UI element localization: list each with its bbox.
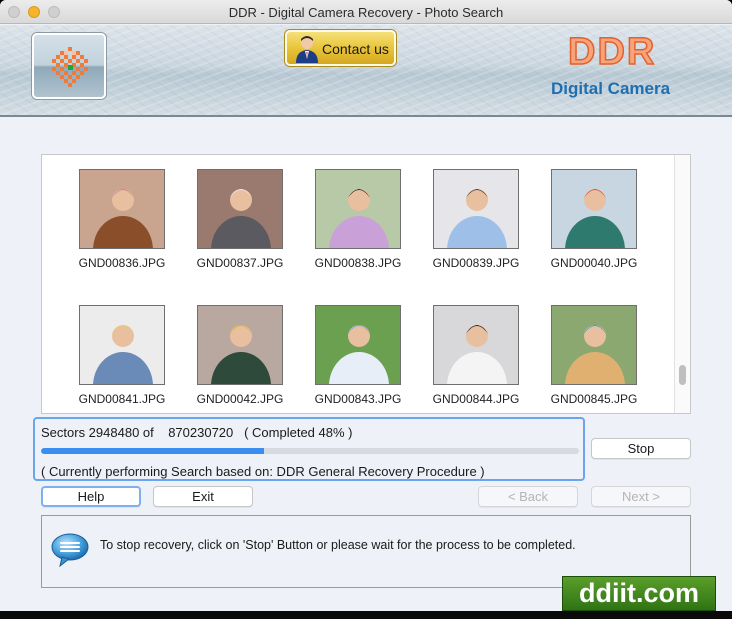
- brand-name: DDR: [567, 30, 657, 74]
- photo-tile[interactable]: GND00838.JPG: [303, 169, 413, 270]
- photo-filename: GND00836.JPG: [78, 256, 166, 270]
- photo-tile[interactable]: GND00845.JPG: [539, 305, 649, 406]
- bottom-edge: [0, 611, 732, 619]
- photo-filename: GND00839.JPG: [432, 256, 520, 270]
- photo-tile[interactable]: GND00841.JPG: [67, 305, 177, 406]
- photo-thumbnail[interactable]: [79, 169, 165, 249]
- photo-image: [198, 306, 282, 384]
- photo-thumbnail[interactable]: [197, 305, 283, 385]
- progress-bar: [41, 448, 579, 454]
- contact-person-icon: [296, 36, 318, 63]
- photo-tile[interactable]: GND00843.JPG: [303, 305, 413, 406]
- photo-filename: GND00844.JPG: [432, 392, 520, 406]
- photo-thumbnail[interactable]: [433, 169, 519, 249]
- photo-thumbnail[interactable]: [315, 169, 401, 249]
- photo-thumbnail[interactable]: [315, 305, 401, 385]
- photo-filename: GND00837.JPG: [196, 256, 284, 270]
- info-message-text: To stop recovery, click on 'Stop' Button…: [100, 538, 576, 552]
- recovered-photos-gallery: GND00836.JPG GND00837.JPG GND00838.JPG GND0…: [41, 154, 691, 414]
- photo-thumbnail[interactable]: [79, 305, 165, 385]
- photo-thumbnail[interactable]: [551, 169, 637, 249]
- photo-thumbnail[interactable]: [197, 169, 283, 249]
- stop-button[interactable]: Stop: [591, 438, 691, 459]
- photo-filename: GND00841.JPG: [78, 392, 166, 406]
- exit-button[interactable]: Exit: [153, 486, 253, 507]
- photo-tile[interactable]: GND00836.JPG: [67, 169, 177, 270]
- watermark-logo: ddiit.com: [562, 576, 716, 611]
- photo-filename: GND00843.JPG: [314, 392, 402, 406]
- photo-tile[interactable]: GND00040.JPG: [539, 169, 649, 270]
- contact-us-label: Contact us: [322, 41, 389, 57]
- photo-image: [80, 306, 164, 384]
- photo-filename: GND00040.JPG: [550, 256, 638, 270]
- photo-image: [80, 170, 164, 248]
- photo-image: [316, 170, 400, 248]
- photo-tile[interactable]: GND00837.JPG: [185, 169, 295, 270]
- title-bar: DDR - Digital Camera Recovery - Photo Se…: [0, 0, 732, 24]
- photo-image: [552, 170, 636, 248]
- search-status-text: ( Currently performing Search based on: …: [41, 464, 485, 479]
- gallery-scrollbar-thumb[interactable]: [679, 365, 686, 385]
- photo-image: [434, 306, 518, 384]
- photo-image: [434, 170, 518, 248]
- photo-image: [316, 306, 400, 384]
- brand-subtitle: Digital Camera: [551, 79, 671, 98]
- app-logo: [32, 33, 106, 99]
- progress-bar-fill: [41, 448, 265, 454]
- photo-thumbnail[interactable]: [551, 305, 637, 385]
- back-button[interactable]: < Back: [478, 486, 578, 507]
- photo-tile[interactable]: GND00042.JPG: [185, 305, 295, 406]
- photo-thumbnail[interactable]: [433, 305, 519, 385]
- photo-filename: GND00042.JPG: [196, 392, 284, 406]
- gallery-scrollbar[interactable]: [674, 155, 690, 413]
- help-button[interactable]: Help: [41, 486, 141, 507]
- photo-filename: GND00838.JPG: [314, 256, 402, 270]
- header-banner: Contact us DDR Digital Camera: [0, 25, 732, 117]
- window-title: DDR - Digital Camera Recovery - Photo Se…: [228, 5, 504, 20]
- photo-filename: GND00845.JPG: [550, 392, 638, 406]
- sectors-progress-text: Sectors 2948480 of 870230720 ( Completed…: [41, 425, 353, 440]
- photo-image: [552, 306, 636, 384]
- photo-image: [198, 170, 282, 248]
- photo-tile[interactable]: GND00839.JPG: [421, 169, 531, 270]
- app-window: DDR - Digital Camera Recovery - Photo Se…: [0, 0, 732, 619]
- gallery-grid: GND00836.JPG GND00837.JPG GND00838.JPG GND0…: [42, 155, 674, 413]
- next-button[interactable]: Next >: [591, 486, 691, 507]
- photo-tile[interactable]: GND00844.JPG: [421, 305, 531, 406]
- recovery-progress-panel: Sectors 2948480 of 870230720 ( Completed…: [33, 417, 585, 481]
- speech-bubble-icon: [51, 533, 89, 568]
- recovery-logo-icon: [52, 47, 88, 87]
- contact-us-button[interactable]: Contact us: [285, 30, 396, 66]
